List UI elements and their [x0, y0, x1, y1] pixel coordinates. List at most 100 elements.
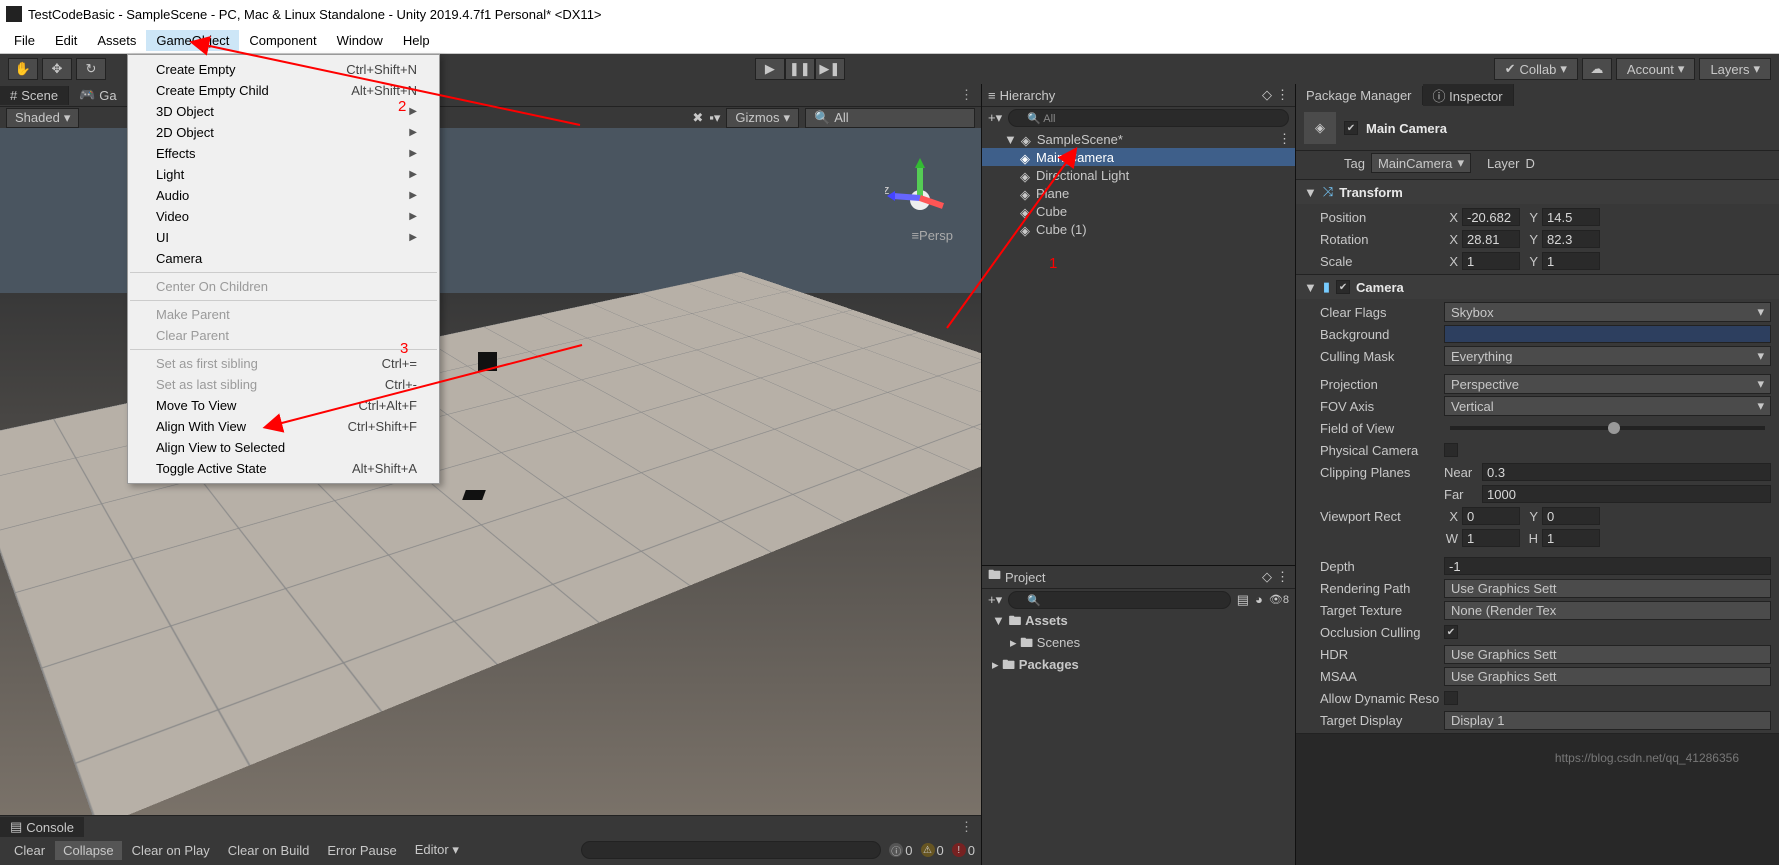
project-row-packages[interactable]: ▸ 🖿 Packages [982, 656, 1295, 678]
project-lock-icon[interactable]: ◇ [1262, 569, 1272, 585]
menu-item-ui[interactable]: UI▶ [128, 227, 439, 248]
gameobject-name[interactable]: Main Camera [1366, 121, 1447, 136]
move-tool-button[interactable]: ✥ [42, 58, 72, 80]
hdr-dropdown[interactable]: Use Graphics Sett [1444, 645, 1771, 664]
account-dropdown[interactable]: Account ▾ [1616, 58, 1696, 80]
step-button[interactable]: ▶❚ [815, 58, 845, 80]
project-row-scenes[interactable]: ▸ 🖿 Scenes [982, 634, 1295, 656]
tab-game[interactable]: 🎮 Ga [69, 85, 128, 105]
console-info-count[interactable]: ⓘ0 [889, 843, 912, 858]
fov-slider[interactable] [1450, 426, 1765, 430]
camera-icon[interactable]: ▪▾ [709, 110, 720, 126]
far-clip-input[interactable]: 1000 [1482, 485, 1771, 503]
project-add-button[interactable]: +▾ [988, 592, 1002, 608]
background-color[interactable] [1444, 325, 1771, 343]
camera-header[interactable]: ▼ ▮ ✔ Camera [1296, 275, 1779, 299]
menu-item-create-empty[interactable]: Create EmptyCtrl+Shift+N [128, 59, 439, 80]
rotation-y-input[interactable]: 82.3 [1542, 230, 1600, 248]
menu-item-2d-object[interactable]: 2D Object▶ [128, 122, 439, 143]
menu-item-camera[interactable]: Camera [128, 248, 439, 269]
project-hidden-button[interactable]: ◕ [1255, 592, 1263, 607]
console-clear-build-button[interactable]: Clear on Build [220, 841, 318, 860]
gameobject-icon[interactable]: ◈ [1304, 112, 1336, 144]
viewport-h-input[interactable]: 1 [1542, 529, 1600, 547]
hierarchy-row-cube-1[interactable]: ◈Cube (1) [982, 220, 1295, 238]
console-warn-count[interactable]: ⚠0 [921, 843, 944, 858]
viewport-y-input[interactable]: 0 [1542, 507, 1600, 525]
menu-item-toggle-active-state[interactable]: Toggle Active StateAlt+Shift+A [128, 458, 439, 479]
menu-item-effects[interactable]: Effects▶ [128, 143, 439, 164]
rendering-path-dropdown[interactable]: Use Graphics Sett [1444, 579, 1771, 598]
near-clip-input[interactable]: 0.3 [1482, 463, 1771, 481]
cloud-button[interactable]: ☁ [1582, 58, 1612, 80]
hierarchy-row-plane[interactable]: ◈Plane [982, 184, 1295, 202]
scene-row-menu[interactable]: ⋮ [1278, 131, 1291, 147]
hierarchy-lock-icon[interactable]: ◇ [1262, 87, 1272, 103]
shading-dropdown[interactable]: Shaded ▾ [6, 108, 79, 128]
collab-dropdown[interactable]: ✔ Collab ▾ [1494, 58, 1578, 80]
culling-mask-dropdown[interactable]: Everything▾ [1444, 346, 1771, 366]
position-x-input[interactable]: -20.682 [1462, 208, 1520, 226]
orientation-gizmo[interactable]: z [885, 148, 955, 218]
menu-item-move-to-view[interactable]: Move To ViewCtrl+Alt+F [128, 395, 439, 416]
tab-menu-icon[interactable]: ⋮ [952, 87, 981, 103]
hierarchy-row-cube[interactable]: ◈Cube [982, 202, 1295, 220]
hierarchy-search[interactable]: 🔍 All [1008, 109, 1289, 127]
hierarchy-row-directional-light[interactable]: ◈Directional Light [982, 166, 1295, 184]
project-menu-icon[interactable]: ⋮ [1276, 569, 1289, 585]
console-error-pause-button[interactable]: Error Pause [319, 841, 404, 860]
menu-help[interactable]: Help [393, 30, 440, 51]
console-clear-play-button[interactable]: Clear on Play [124, 841, 218, 860]
rotation-x-input[interactable]: 28.81 [1462, 230, 1520, 248]
console-search[interactable] [581, 841, 881, 859]
console-clear-button[interactable]: Clear [6, 841, 53, 860]
tab-inspector[interactable]: ⓘ Inspector [1423, 84, 1514, 107]
menu-assets[interactable]: Assets [87, 30, 146, 51]
project-search[interactable]: 🔍 [1008, 591, 1231, 609]
dynamic-reso-checkbox[interactable] [1444, 691, 1458, 705]
hierarchy-add-button[interactable]: +▾ [988, 110, 1002, 126]
console-editor-dropdown[interactable]: Editor ▾ [407, 840, 467, 860]
menu-item-light[interactable]: Light▶ [128, 164, 439, 185]
menu-item-align-with-view[interactable]: Align With ViewCtrl+Shift+F [128, 416, 439, 437]
scene-search[interactable]: 🔍 All [805, 108, 975, 128]
hierarchy-row-main-camera[interactable]: ◈Main Camera [982, 148, 1295, 166]
position-y-input[interactable]: 14.5 [1542, 208, 1600, 226]
menu-item-align-view-to-selected[interactable]: Align View to Selected [128, 437, 439, 458]
transform-header[interactable]: ▼ ⤨ Transform [1296, 180, 1779, 204]
menu-file[interactable]: File [4, 30, 45, 51]
menu-item-create-empty-child[interactable]: Create Empty ChildAlt+Shift+N [128, 80, 439, 101]
hand-tool-button[interactable]: ✋ [8, 58, 38, 80]
project-filter-button[interactable]: ▤ [1237, 592, 1249, 608]
tag-dropdown[interactable]: MainCamera▾ [1371, 153, 1471, 173]
console-err-count[interactable]: !0 [952, 843, 975, 858]
project-row-assets[interactable]: ▼ 🖿 Assets [982, 612, 1295, 634]
tab-console[interactable]: ▤ Console [0, 817, 84, 837]
gizmos-dropdown[interactable]: Gizmos ▾ [726, 108, 799, 128]
scale-y-input[interactable]: 1 [1542, 252, 1600, 270]
menu-window[interactable]: Window [327, 30, 393, 51]
clear-flags-dropdown[interactable]: Skybox▾ [1444, 302, 1771, 322]
tool-icon[interactable]: ✖ [692, 110, 703, 126]
active-checkbox[interactable]: ✔ [1344, 121, 1358, 135]
target-texture-field[interactable]: None (Render Tex [1444, 601, 1771, 620]
hierarchy-scene-row[interactable]: ▼◈SampleScene*⋮ [982, 130, 1295, 148]
menu-component[interactable]: Component [239, 30, 326, 51]
menu-item-audio[interactable]: Audio▶ [128, 185, 439, 206]
play-button[interactable]: ▶ [755, 58, 785, 80]
tab-scene[interactable]: # Scene [0, 86, 69, 105]
pause-button[interactable]: ❚❚ [785, 58, 815, 80]
console-menu-icon[interactable]: ⋮ [952, 819, 981, 835]
menu-item-3d-object[interactable]: 3D Object▶ [128, 101, 439, 122]
layers-dropdown[interactable]: Layers ▾ [1699, 58, 1771, 80]
tab-package-manager[interactable]: Package Manager [1296, 86, 1423, 105]
layer-value[interactable]: D [1526, 156, 1535, 171]
depth-input[interactable]: -1 [1444, 557, 1771, 575]
console-collapse-button[interactable]: Collapse [55, 841, 122, 860]
menu-item-video[interactable]: Video▶ [128, 206, 439, 227]
msaa-dropdown[interactable]: Use Graphics Sett [1444, 667, 1771, 686]
occlusion-checkbox[interactable]: ✔ [1444, 625, 1458, 639]
viewport-w-input[interactable]: 1 [1462, 529, 1520, 547]
target-display-dropdown[interactable]: Display 1 [1444, 711, 1771, 730]
scale-x-input[interactable]: 1 [1462, 252, 1520, 270]
